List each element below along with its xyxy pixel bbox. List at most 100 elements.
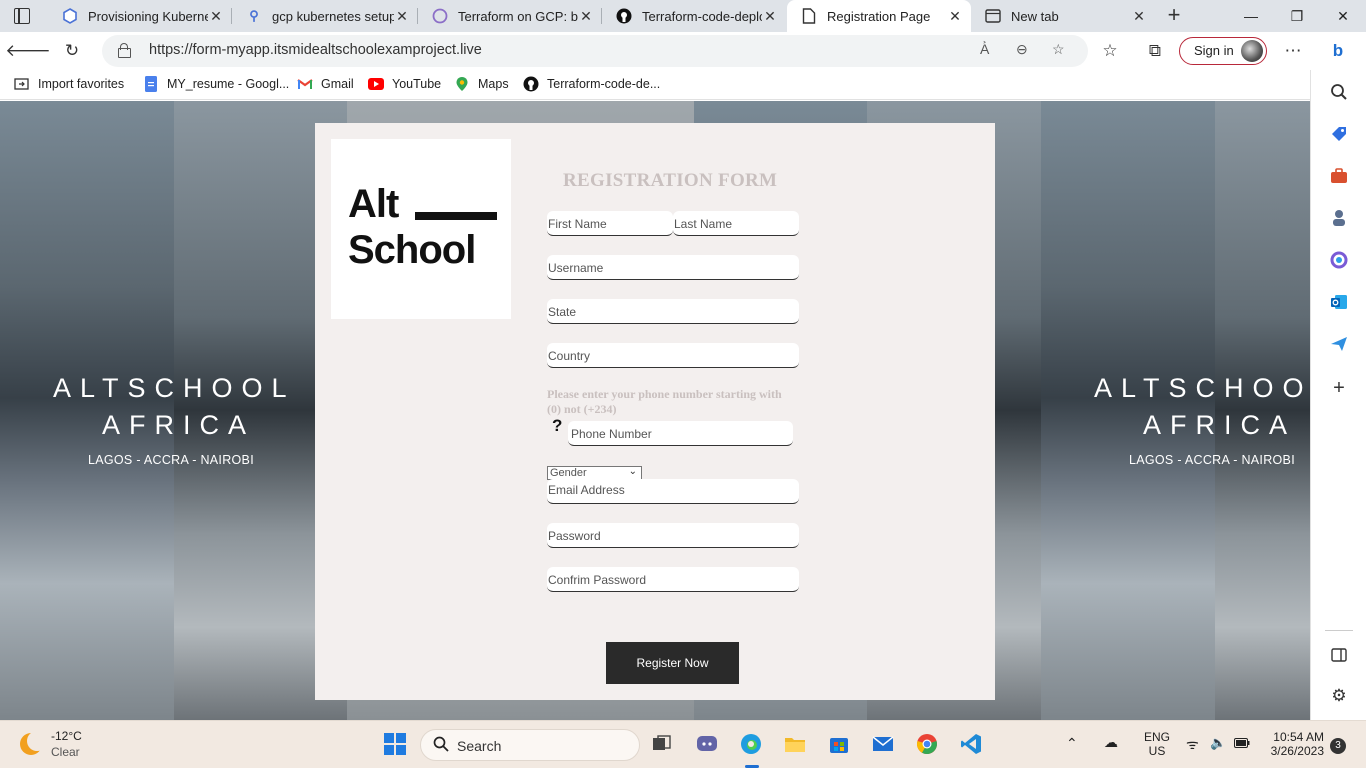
chevron-down-icon: ⌄ — [628, 466, 637, 477]
add-icon[interactable]: + — [1329, 377, 1349, 399]
lang-line: ENG — [1144, 730, 1171, 744]
shopping-icon[interactable] — [1329, 124, 1349, 144]
favorite-terraform-github[interactable]: Terraform-code-de... — [523, 76, 660, 92]
registration-card: Alt School REGISTRATION FORM First Name … — [315, 123, 995, 700]
restore-button[interactable]: ❐ — [1274, 0, 1320, 32]
email-field[interactable]: Email Address — [547, 479, 799, 504]
logo-text: Alt — [348, 182, 399, 226]
search-icon: ⚲ — [249, 8, 259, 23]
network-alert-icon[interactable]: ☁ — [1104, 734, 1118, 751]
favorites-icon[interactable]: ☆ — [1096, 38, 1124, 64]
favorites-bar: Import favorites MY_resume - Googl... Gm… — [0, 70, 1366, 100]
teams-chat-icon[interactable] — [694, 731, 720, 757]
back-button[interactable]: 🡐 — [5, 38, 51, 64]
refresh-button[interactable]: ↻ — [58, 38, 86, 64]
tab-strip: Provisioning Kubernete ✕ ⚲ gcp kubernete… — [0, 0, 1366, 32]
import-icon — [14, 76, 30, 92]
tab-terraform-github[interactable]: Terraform-code-deploy ✕ — [602, 0, 786, 32]
sign-in-button[interactable]: Sign in — [1179, 37, 1267, 65]
favorite-resume[interactable]: MY_resume - Googl... — [143, 76, 289, 92]
tab-provisioning[interactable]: Provisioning Kubernete ✕ — [48, 0, 232, 32]
close-tab-icon[interactable]: ✕ — [578, 8, 594, 25]
tab-terraform-gcp[interactable]: Terraform on GCP: buil ✕ — [418, 0, 602, 32]
tab-actions-icon[interactable] — [14, 8, 30, 24]
tab-label: Terraform-code-deploy — [642, 8, 762, 24]
taskbar-search[interactable]: Search — [420, 729, 640, 761]
logo-text: School — [348, 228, 476, 272]
favorite-import[interactable]: Import favorites — [14, 76, 124, 92]
page-icon — [801, 8, 817, 24]
close-tab-icon[interactable]: ✕ — [394, 8, 410, 25]
more-options-icon[interactable]: ⋯ — [1279, 38, 1307, 64]
last-name-field[interactable]: Last Name — [673, 211, 799, 236]
first-name-field[interactable]: First Name — [547, 211, 673, 236]
edge-browser-icon[interactable] — [738, 731, 764, 757]
close-tab-icon[interactable]: ✕ — [947, 8, 963, 25]
username-field[interactable]: Username — [547, 255, 799, 280]
register-button[interactable]: Register Now — [606, 642, 739, 684]
search-icon[interactable] — [1329, 82, 1349, 102]
tab-new-tab[interactable]: New tab ✕ — [971, 0, 1155, 32]
close-tab-icon[interactable]: ✕ — [1131, 8, 1147, 25]
phone-number-field[interactable]: Phone Number — [568, 421, 793, 446]
clock[interactable]: 10:54 AM 3/26/2023 — [1268, 730, 1324, 758]
favorite-youtube[interactable]: YouTube — [368, 76, 441, 92]
gender-select[interactable]: Gender ⌄ — [547, 466, 642, 480]
confirm-password-field[interactable]: Confrim Password — [547, 567, 799, 592]
vscode-icon[interactable] — [958, 731, 984, 757]
lang-line: US — [1148, 744, 1166, 758]
chevron-up-icon[interactable]: ⌃ — [1066, 735, 1078, 752]
close-tab-icon[interactable]: ✕ — [208, 8, 224, 25]
language-indicator[interactable]: ENG US — [1144, 730, 1170, 758]
send-icon[interactable] — [1329, 334, 1349, 354]
country-field[interactable]: Country — [547, 343, 799, 368]
battery-icon[interactable] — [1234, 737, 1250, 751]
file-explorer-icon[interactable] — [782, 731, 808, 757]
tab-registration-page[interactable]: Registration Page ✕ — [787, 0, 971, 32]
favorite-label: Terraform-code-de... — [547, 77, 661, 91]
weather-condition: Clear — [51, 745, 80, 759]
avatar — [1241, 40, 1263, 62]
tools-icon[interactable] — [1329, 166, 1349, 186]
mail-icon[interactable] — [870, 731, 896, 757]
close-window-button[interactable]: ✕ — [1320, 0, 1366, 32]
new-tab-button[interactable]: + — [1162, 4, 1186, 28]
notification-badge[interactable]: 3 — [1330, 738, 1346, 754]
settings-gear-icon[interactable]: ⚙ — [1329, 686, 1349, 706]
chrome-icon[interactable] — [914, 731, 940, 757]
task-view-icon[interactable] — [649, 731, 675, 757]
favorite-maps[interactable]: Maps — [454, 76, 509, 92]
tab-label: New tab — [1011, 8, 1059, 24]
games-icon[interactable] — [1329, 208, 1349, 228]
store-icon[interactable] — [826, 731, 852, 757]
wifi-icon[interactable]: ᯤ — [1186, 735, 1199, 754]
add-favorite-icon[interactable]: ☆ — [1052, 41, 1065, 58]
volume-icon[interactable]: 🔈 — [1210, 735, 1226, 751]
password-field[interactable]: Password — [547, 523, 799, 548]
start-windows-icon[interactable] — [382, 731, 408, 757]
microsoft365-icon[interactable] — [1329, 250, 1349, 270]
taskbar: -12°C Clear Search ⌃ ☁ ENG US ᯤ 🔈 10:54 … — [0, 720, 1366, 768]
docs-icon — [143, 76, 159, 92]
read-aloud-icon[interactable]: A͐ — [980, 41, 989, 57]
bing-icon[interactable]: b — [1324, 38, 1352, 64]
zoom-out-icon[interactable]: ⊖ — [1016, 41, 1028, 58]
maps-icon — [454, 76, 470, 92]
background-heading: AFRICA — [1143, 410, 1297, 440]
favorite-label: YouTube — [392, 77, 442, 91]
url-text[interactable]: https://form-myapp.itsmidealtschoolexamp… — [149, 42, 482, 58]
newtab-icon — [985, 8, 1001, 24]
address-bar[interactable]: https://form-myapp.itsmidealtschoolexamp… — [102, 35, 1088, 67]
tab-gcp-search[interactable]: ⚲ gcp kubernetes setup f ✕ — [232, 0, 418, 32]
phone-hint: Please enter your phone number starting … — [547, 387, 782, 416]
favorite-label: Import favorites — [38, 77, 125, 91]
outlook-icon[interactable] — [1329, 292, 1349, 312]
sidebar-toggle-icon[interactable] — [1329, 645, 1349, 665]
close-tab-icon[interactable]: ✕ — [762, 8, 778, 25]
state-field[interactable]: State — [547, 299, 799, 324]
github-icon — [616, 8, 632, 24]
minimize-button[interactable]: — — [1228, 0, 1274, 32]
background-heading: ALTSCHOOL — [1094, 373, 1310, 403]
favorite-gmail[interactable]: Gmail — [297, 76, 354, 92]
collections-icon[interactable]: ⧉ — [1141, 38, 1169, 64]
